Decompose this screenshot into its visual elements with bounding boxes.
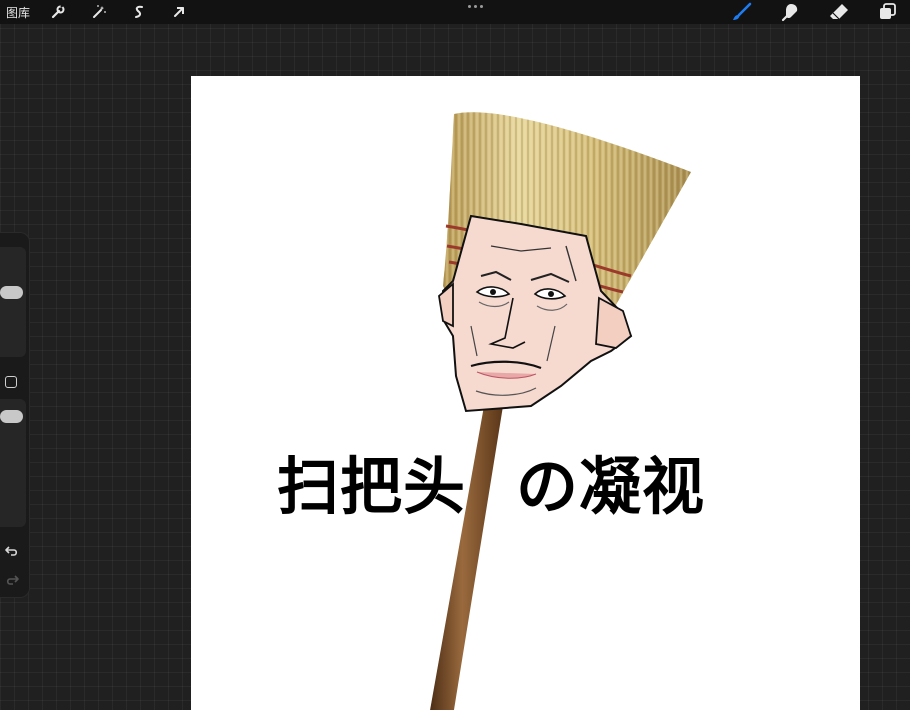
- modify-button[interactable]: [5, 376, 17, 388]
- drawing-canvas[interactable]: [191, 76, 860, 710]
- opacity-thumb[interactable]: [0, 410, 23, 423]
- undo-icon[interactable]: [3, 543, 21, 559]
- broom-head-artwork: [430, 112, 691, 710]
- adjustments-magic-wand-icon[interactable]: [88, 1, 110, 23]
- brush-icon[interactable]: [730, 1, 754, 23]
- top-toolbar: 图库: [0, 0, 910, 24]
- opacity-slider[interactable]: [0, 399, 26, 527]
- procreate-workspace: 图库 扫把头 の凝视: [0, 0, 910, 710]
- canvas-caption-left: 扫把头: [277, 450, 467, 523]
- left-sidebar: [0, 232, 30, 598]
- more-options-icon[interactable]: [464, 2, 486, 10]
- transform-arrow-icon[interactable]: [168, 1, 190, 23]
- brush-size-thumb[interactable]: [0, 286, 23, 299]
- eraser-icon[interactable]: [827, 1, 851, 23]
- layers-icon[interactable]: [876, 1, 900, 23]
- canvas-caption-right: の凝视: [516, 450, 706, 523]
- redo-icon[interactable]: [3, 572, 21, 588]
- gallery-button[interactable]: 图库: [6, 4, 30, 21]
- actions-wrench-icon[interactable]: [47, 1, 69, 23]
- selection-s-icon[interactable]: [128, 1, 150, 23]
- brush-size-slider[interactable]: [0, 247, 26, 357]
- smudge-icon[interactable]: [778, 1, 802, 23]
